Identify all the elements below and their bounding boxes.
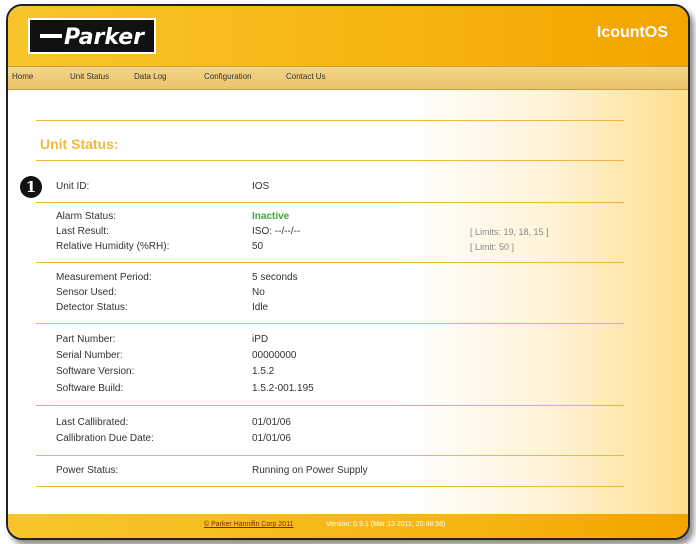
nav-configuration[interactable]: Configuration — [204, 72, 252, 81]
sensor-used-value: No — [252, 287, 265, 298]
calibration-due-label: Callibration Due Date: — [56, 433, 154, 444]
copyright-link[interactable]: © Parker Hannifin Corp 2011 — [204, 521, 293, 528]
header-bar: Parker IcountOS — [8, 6, 688, 66]
divider — [36, 202, 624, 203]
last-result-value: ISO: --/--/-- — [252, 226, 301, 237]
divider — [36, 120, 624, 121]
humidity-label: Relative Humidity (%RH): — [56, 241, 170, 252]
unit-id-value: IOS — [252, 181, 270, 192]
divider — [36, 160, 624, 161]
alarm-status-label: Alarm Status: — [56, 211, 117, 222]
part-number-label: Part Number: — [56, 334, 116, 345]
nav-home[interactable]: Home — [12, 72, 33, 81]
divider — [36, 455, 624, 456]
last-result-label: Last Result: — [56, 226, 109, 237]
parker-logo: Parker — [28, 18, 156, 54]
divider — [36, 262, 624, 263]
measurement-period-label: Measurement Period: — [56, 272, 152, 283]
power-status-label: Power Status: — [56, 465, 119, 476]
software-version-value: 1.5.2 — [252, 366, 275, 377]
page-title: Unit Status: — [40, 136, 119, 152]
divider — [36, 486, 624, 487]
software-version-label: Software Version: — [56, 366, 135, 377]
divider — [36, 323, 624, 324]
last-calibrated-value: 01/01/06 — [252, 417, 291, 428]
nav-data-log[interactable]: Data Log — [134, 72, 166, 81]
detector-status-value: Idle — [252, 302, 269, 313]
version-text: Version: 0.9.1 (Mar 13 2011, 20:48:58) — [326, 521, 446, 528]
calibration-due-value: 01/01/06 — [252, 433, 291, 444]
nav-unit-status[interactable]: Unit Status — [70, 72, 109, 81]
unit-id-label: Unit ID: — [56, 181, 90, 192]
main-nav: Home Unit Status Data Log Configuration … — [8, 66, 688, 90]
main-content: Unit Status: 1 Unit ID: IOS Alarm Status… — [8, 90, 688, 514]
footer-bar: © Parker Hannifin Corp 2011 Version: 0.9… — [8, 514, 688, 538]
product-name: IcountOS — [596, 24, 668, 41]
last-calibrated-label: Last Callibrated: — [56, 417, 129, 428]
callout-number-1: 1 — [20, 176, 42, 198]
humidity-limit: [ Limit: 50 ] — [470, 242, 515, 252]
serial-number-value: 00000000 — [252, 350, 297, 361]
measurement-period-value: 5 seconds — [252, 272, 298, 283]
nav-contact-us[interactable]: Contact Us — [286, 72, 326, 81]
power-status-value: Running on Power Supply — [252, 465, 368, 476]
humidity-value: 50 — [252, 241, 264, 252]
part-number-value: iPD — [252, 334, 269, 345]
last-result-limits: [ Limits: 19, 18, 15 ] — [470, 227, 549, 237]
divider — [36, 405, 624, 406]
software-build-value: 1.5.2-001.195 — [252, 383, 314, 394]
alarm-status-value: Inactive — [252, 211, 290, 222]
software-build-label: Software Build: — [56, 383, 124, 394]
sensor-used-label: Sensor Used: — [56, 287, 117, 298]
serial-number-label: Serial Number: — [56, 350, 123, 361]
detector-status-label: Detector Status: — [56, 302, 128, 313]
app-window: Parker IcountOS Home Unit Status Data Lo… — [6, 4, 690, 540]
